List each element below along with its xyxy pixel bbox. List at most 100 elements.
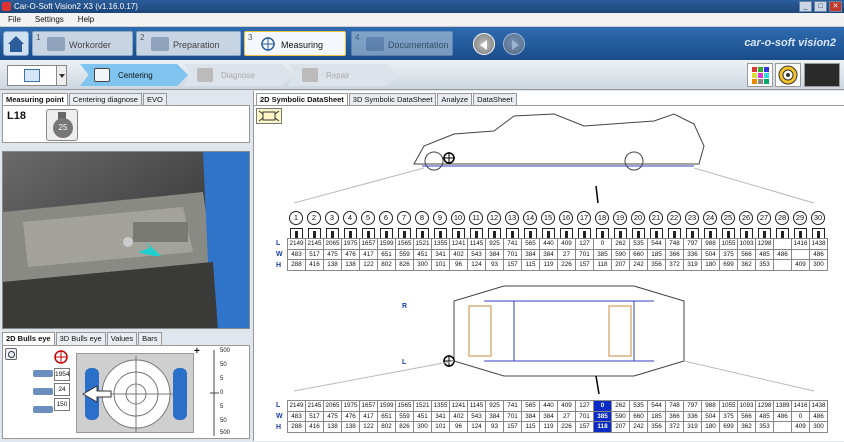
table-cell[interactable]: 385	[593, 248, 612, 260]
table-cell[interactable]: 590	[611, 410, 630, 422]
table-cell[interactable]: 300	[809, 259, 828, 271]
table-cell[interactable]: 1145	[467, 238, 486, 250]
table-cell[interactable]: 127	[575, 400, 594, 412]
table-cell[interactable]: 138	[323, 259, 342, 271]
target-button[interactable]	[775, 63, 801, 87]
table-cell[interactable]: 925	[485, 400, 504, 412]
chevron-repair[interactable]: Repair	[288, 64, 398, 86]
table-cell[interactable]: 701	[575, 410, 594, 422]
table-cell[interactable]: 336	[683, 248, 702, 260]
table-cell[interactable]: 385	[593, 410, 612, 422]
table-cell[interactable]: 384	[521, 410, 540, 422]
table-cell[interactable]: 372	[665, 259, 684, 271]
color-grid-button[interactable]	[747, 63, 773, 87]
table-cell[interactable]: 1355	[431, 238, 450, 250]
table-cell[interactable]: 1975	[341, 238, 360, 250]
table-cell[interactable]: 0	[593, 238, 612, 250]
table-cell[interactable]: 565	[521, 400, 540, 412]
table-cell[interactable]: 157	[575, 259, 594, 271]
table-cell[interactable]: 2149	[287, 238, 306, 250]
table-cell[interactable]: 651	[377, 410, 396, 422]
table-cell[interactable]: 988	[701, 400, 720, 412]
table-cell[interactable]: 543	[467, 410, 486, 422]
table-cell[interactable]: 124	[467, 259, 486, 271]
point-number[interactable]: 22	[665, 211, 683, 225]
table-cell[interactable]: 1145	[467, 400, 486, 412]
table-cell[interactable]: 826	[395, 421, 414, 433]
table-cell[interactable]: 384	[539, 410, 558, 422]
table-cell[interactable]: 356	[647, 421, 666, 433]
table-cell[interactable]: 1416	[791, 400, 810, 412]
zoom-bulls-icon[interactable]	[5, 348, 17, 360]
table-cell[interactable]: 336	[683, 410, 702, 422]
table-cell[interactable]: 701	[503, 410, 522, 422]
table-cell[interactable]: 226	[557, 259, 576, 271]
table-cell[interactable]	[773, 238, 792, 250]
point-number[interactable]: 26	[737, 211, 755, 225]
table-cell[interactable]: 486	[773, 410, 792, 422]
table-cell[interactable]: 1599	[377, 400, 396, 412]
point-number[interactable]: 25	[719, 211, 737, 225]
table-cell[interactable]: 242	[629, 259, 648, 271]
table-cell[interactable]: 101	[431, 421, 450, 433]
table-cell[interactable]: 288	[287, 259, 306, 271]
table-cell[interactable]: 535	[629, 400, 648, 412]
point-number[interactable]: 8	[413, 211, 431, 225]
table-cell[interactable]: 925	[485, 238, 504, 250]
table-cell[interactable]: 1657	[359, 400, 378, 412]
table-cell[interactable]: 384	[539, 248, 558, 260]
table-cell[interactable]: 486	[809, 410, 828, 422]
table-cell[interactable]: 341	[431, 248, 450, 260]
table-cell[interactable]: 409	[557, 238, 576, 250]
point-number[interactable]: 9	[431, 211, 449, 225]
table-cell[interactable]: 409	[791, 259, 810, 271]
table-cell[interactable]: 101	[431, 259, 450, 271]
close-button[interactable]: ✕	[829, 1, 842, 12]
table-cell[interactable]: 1241	[449, 400, 468, 412]
table-cell[interactable]: 0	[791, 410, 810, 422]
table-cell[interactable]	[773, 259, 792, 271]
table-cell[interactable]: 122	[359, 259, 378, 271]
table-cell[interactable]: 565	[521, 238, 540, 250]
table-cell[interactable]: 138	[323, 421, 342, 433]
table-cell[interactable]: 504	[701, 248, 720, 260]
table-cell[interactable]: 440	[539, 400, 558, 412]
table-cell[interactable]: 353	[755, 421, 774, 433]
point-number[interactable]: 21	[647, 211, 665, 225]
table-cell[interactable]: 226	[557, 421, 576, 433]
table-cell[interactable]: 559	[395, 248, 414, 260]
table-cell[interactable]: 451	[413, 248, 432, 260]
table-cell[interactable]: 566	[737, 410, 756, 422]
table-cell[interactable]: 119	[539, 421, 558, 433]
table-cell[interactable]: 741	[503, 400, 522, 412]
point-number[interactable]: 27	[755, 211, 773, 225]
table-cell[interactable]: 402	[449, 410, 468, 422]
table-cell[interactable]: 748	[665, 400, 684, 412]
tab-2d-bulls-eye[interactable]: 2D Bulls eye	[2, 332, 55, 345]
point-number[interactable]: 23	[683, 211, 701, 225]
point-number[interactable]: 11	[467, 211, 485, 225]
home-button[interactable]	[3, 31, 29, 56]
table-cell[interactable]: 356	[647, 259, 666, 271]
table-cell[interactable]: 1093	[737, 400, 756, 412]
table-cell[interactable]: 353	[755, 259, 774, 271]
table-cell[interactable]: 660	[629, 248, 648, 260]
point-number[interactable]: 12	[485, 211, 503, 225]
table-cell[interactable]: 476	[341, 410, 360, 422]
table-cell[interactable]: 543	[467, 248, 486, 260]
table-cell[interactable]: 366	[665, 410, 684, 422]
table-cell[interactable]: 417	[359, 248, 378, 260]
table-cell[interactable]: 797	[683, 238, 702, 250]
table-cell[interactable]: 1416	[791, 238, 810, 250]
menu-file[interactable]: File	[8, 13, 21, 26]
point-number[interactable]: 14	[521, 211, 539, 225]
table-cell[interactable]: 797	[683, 400, 702, 412]
table-cell[interactable]: 2065	[323, 400, 342, 412]
table-cell[interactable]: 451	[413, 410, 432, 422]
table-cell[interactable]: 157	[503, 421, 522, 433]
chevron-diagnose[interactable]: Diagnose	[183, 64, 293, 86]
step-measuring[interactable]: 3 Measuring	[244, 31, 346, 56]
point-number[interactable]: 16	[557, 211, 575, 225]
vehicle-view-dropdown[interactable]	[7, 65, 67, 86]
point-number[interactable]: 19	[611, 211, 629, 225]
